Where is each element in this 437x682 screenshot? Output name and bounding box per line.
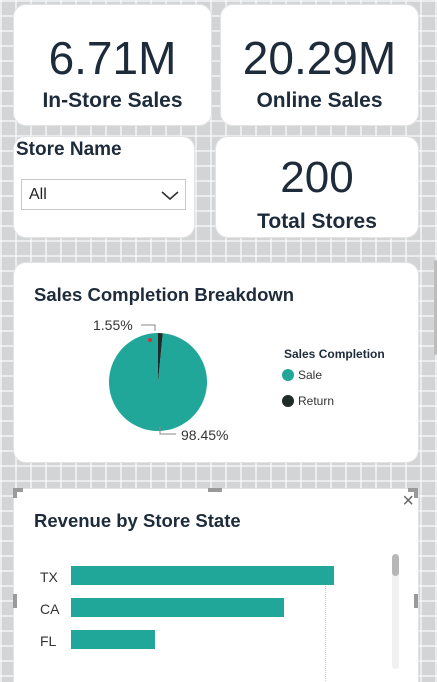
chevron-down-icon[interactable]: [161, 188, 179, 202]
resize-handle-mid-left[interactable]: [13, 594, 17, 608]
kpi-label: Total Stores: [257, 210, 377, 233]
selection-marker: [148, 338, 152, 342]
slicer-title: Store Name: [16, 139, 122, 160]
legend-dot-return: [282, 395, 294, 407]
legend-title: Sales Completion: [284, 347, 385, 361]
bar-fl[interactable]: [71, 630, 156, 649]
kpi-value: 6.71M: [48, 32, 177, 84]
resize-handle-mid-right[interactable]: [414, 594, 418, 608]
revenue-by-state-card[interactable]: Revenue by Store State × TX CA FL: [14, 489, 418, 682]
resize-handle-top-mid[interactable]: [208, 488, 222, 492]
bar-category-label: FL: [40, 633, 57, 649]
store-name-dropdown[interactable]: All: [21, 179, 186, 210]
legend-item-sale[interactable]: Sale: [282, 368, 322, 382]
bar-category-label: TX: [40, 569, 58, 585]
chart-title: Revenue by Store State: [34, 510, 241, 531]
store-name-slicer: Store Name All: [14, 137, 194, 237]
legend-label: Sale: [298, 368, 323, 382]
kpi-card-online-sales[interactable]: 20.29M Online Sales: [221, 5, 418, 125]
resize-handle-top-left-v[interactable]: [13, 488, 17, 498]
resize-handle-top-right-v[interactable]: [414, 488, 418, 498]
kpi-card-total-stores[interactable]: 200 Total Stores: [216, 137, 418, 237]
kpi-label: Online Sales: [256, 89, 383, 112]
sales-completion-card[interactable]: Sales Completion Breakdown 1.55% 98.45% …: [14, 263, 418, 462]
pie-label-sale: 98.45%: [181, 427, 229, 443]
kpi-value: 20.29M: [242, 32, 397, 84]
legend-dot-sale: [282, 369, 294, 381]
kpi-card-in-store-sales[interactable]: 6.71M In-Store Sales: [14, 5, 211, 125]
legend-label: Return: [298, 394, 335, 408]
bar-ca[interactable]: [71, 598, 285, 617]
bar-category-label: CA: [40, 601, 60, 617]
bar-tx[interactable]: [71, 566, 334, 585]
gridline: [325, 569, 326, 682]
pie-label-return: 1.55%: [93, 317, 133, 333]
legend-item-return[interactable]: Return: [282, 394, 334, 408]
leader-line-return: [141, 324, 156, 331]
kpi-label: In-Store Sales: [42, 89, 183, 112]
close-icon[interactable]: ×: [402, 491, 414, 511]
dropdown-selected-value: All: [29, 186, 47, 203]
pie-slice-sale[interactable]: [108, 333, 207, 431]
scrollbar-thumb[interactable]: [392, 554, 399, 576]
kpi-value: 200: [280, 153, 354, 202]
